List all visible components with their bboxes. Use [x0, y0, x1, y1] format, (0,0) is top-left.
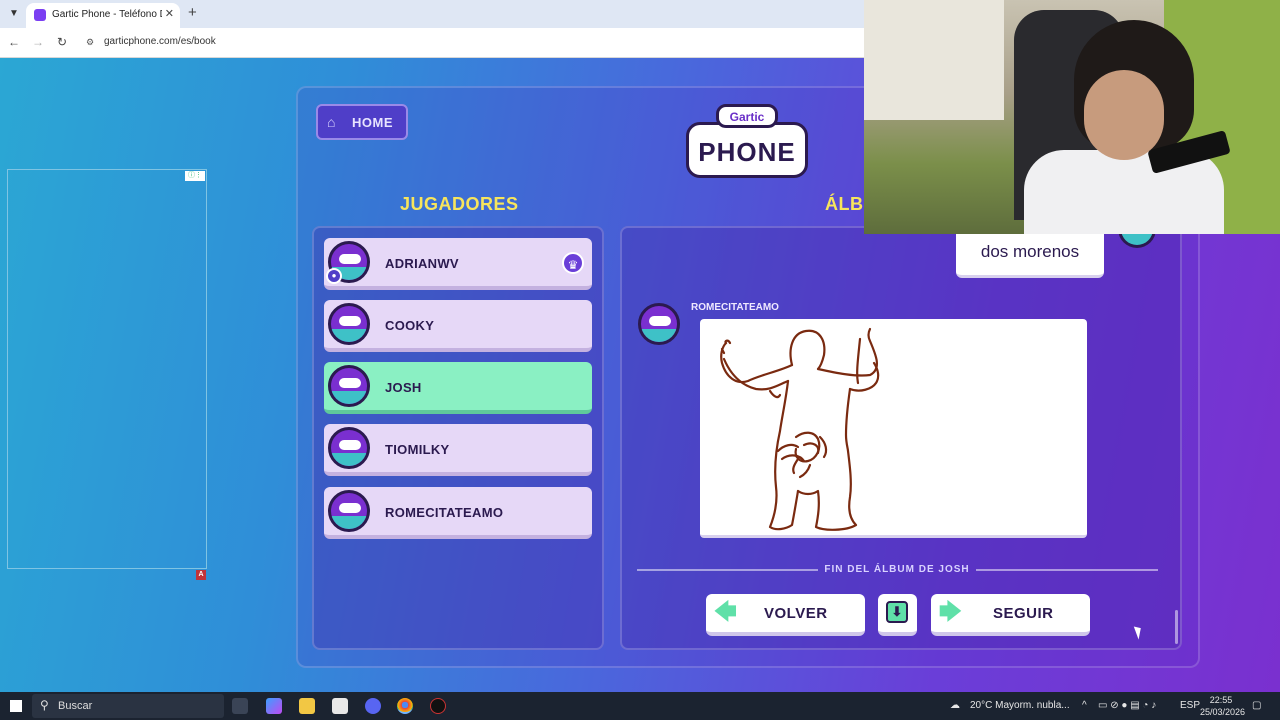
download-icon: ⬇	[886, 601, 908, 623]
logo-main-text: PHONE	[698, 137, 796, 167]
home-label: HOME	[352, 115, 393, 130]
next-button-label: SEGUIR	[993, 605, 1054, 622]
author-avatar	[638, 303, 680, 345]
album-end-label: FIN DEL ÁLBUM DE JOSH	[824, 564, 970, 575]
clock-time: 22:55	[1209, 695, 1233, 705]
ad-info-icon[interactable]: ⓘ⋮	[185, 171, 205, 181]
chrome-icon[interactable]	[397, 698, 413, 714]
divider	[976, 569, 1158, 571]
browser-tab[interactable]: Gartic Phone - Teléfono Descon ✕	[26, 3, 180, 28]
browser-tabbar: ▼ Gartic Phone - Teléfono Descon ✕ +	[0, 0, 864, 28]
avatar	[328, 427, 370, 469]
tray-icons[interactable]: ▭ ⊘ ● ▤ ◔ ♪	[1098, 700, 1156, 711]
player-name: ROMECITATEAMO	[385, 505, 504, 520]
reload-icon[interactable]: ↻	[54, 35, 70, 49]
player-card-active[interactable]: JOSH	[324, 362, 592, 414]
album-scrollbar[interactable]	[1175, 610, 1178, 644]
tab-list-icon[interactable]: ▼	[6, 6, 22, 22]
back-button[interactable]: 🡄 VOLVER	[706, 594, 865, 636]
clock[interactable]: 22:55 25/03/2026	[1200, 694, 1246, 718]
players-title: JUGADORES	[400, 194, 519, 214]
copilot-icon[interactable]	[266, 698, 282, 714]
player-name: JOSH	[385, 380, 422, 395]
taskbar-search[interactable]: ⚲ Buscar	[32, 694, 224, 718]
previous-text: dos morenos	[980, 242, 1080, 261]
language-indicator[interactable]: ESP	[1180, 700, 1200, 711]
next-button[interactable]: 🡆 SEGUIR	[931, 594, 1090, 636]
back-button-label: VOLVER	[764, 605, 828, 622]
tray-chevron-icon[interactable]: ^	[1082, 700, 1087, 711]
home-icon: ⌂	[327, 114, 336, 130]
back-icon[interactable]: ←	[6, 35, 22, 49]
player-card[interactable]: ● ADRIANWV ♛	[324, 238, 592, 290]
avatar	[328, 490, 370, 532]
logo-top-text: Gartic	[729, 110, 765, 124]
forward-icon[interactable]: →	[30, 35, 46, 49]
file-explorer-icon[interactable]	[299, 698, 315, 714]
divider	[637, 569, 818, 571]
player-card[interactable]: TIOMILKY	[324, 424, 592, 476]
discord-icon[interactable]	[365, 698, 381, 714]
search-placeholder: Buscar	[58, 700, 93, 712]
site-info-icon[interactable]: ⚙	[86, 37, 94, 48]
windows-start-icon[interactable]	[10, 700, 22, 712]
home-button[interactable]: ⌂ HOME	[316, 104, 408, 140]
player-name: COOKY	[385, 318, 435, 333]
weather-text[interactable]: 20°C Mayorm. nubla...	[970, 700, 1070, 711]
close-icon[interactable]: ✕	[165, 7, 174, 20]
player-card[interactable]: ROMECITATEAMO	[324, 487, 592, 539]
album-title: ÁLB	[825, 194, 864, 214]
avatar	[328, 303, 370, 345]
clock-date: 25/03/2026	[1200, 707, 1246, 717]
favicon-icon	[34, 9, 46, 21]
gartic-phone-logo: PHONE Gartic	[686, 104, 808, 178]
taskbar: ⚲ Buscar ☁ 20°C Mayorm. nubla... ^ ▭ ⊘ ●…	[0, 692, 1280, 720]
obs-icon[interactable]	[430, 698, 446, 714]
store-icon[interactable]	[332, 698, 348, 714]
weather-icon[interactable]: ☁	[950, 700, 960, 711]
player-card[interactable]: COOKY	[324, 300, 592, 352]
search-icon: ⚲	[40, 698, 49, 712]
ad-placeholder[interactable]: ⓘ⋮	[7, 169, 207, 569]
tab-title: Gartic Phone - Teléfono Descon	[52, 9, 162, 20]
text-entry-bubble: dos morenos	[956, 232, 1104, 278]
player-name: TIOMILKY	[385, 442, 450, 457]
crown-icon: ♛	[562, 252, 584, 274]
webcam-overlay	[864, 0, 1280, 234]
address-bar: ← → ↻ ⚙ garticphone.com/es/book	[0, 28, 864, 58]
download-button[interactable]: ⬇	[878, 594, 917, 636]
notifications-icon[interactable]: ▢	[1252, 700, 1261, 711]
player-name: ADRIANWV	[385, 256, 459, 271]
avatar	[328, 365, 370, 407]
arrow-left-icon: 🡄	[714, 599, 737, 624]
author-name: ROMECITATEAMO	[691, 302, 779, 313]
new-tab-icon[interactable]: +	[188, 4, 197, 21]
drawing-canvas	[700, 319, 1087, 538]
arrow-right-icon: 🡆	[939, 599, 962, 624]
task-view-icon[interactable]	[232, 698, 248, 714]
url-field[interactable]: garticphone.com/es/book	[104, 36, 216, 47]
user-icon: ●	[326, 268, 342, 284]
ad-badge-icon: A	[196, 570, 206, 580]
drawing-image	[720, 327, 880, 531]
